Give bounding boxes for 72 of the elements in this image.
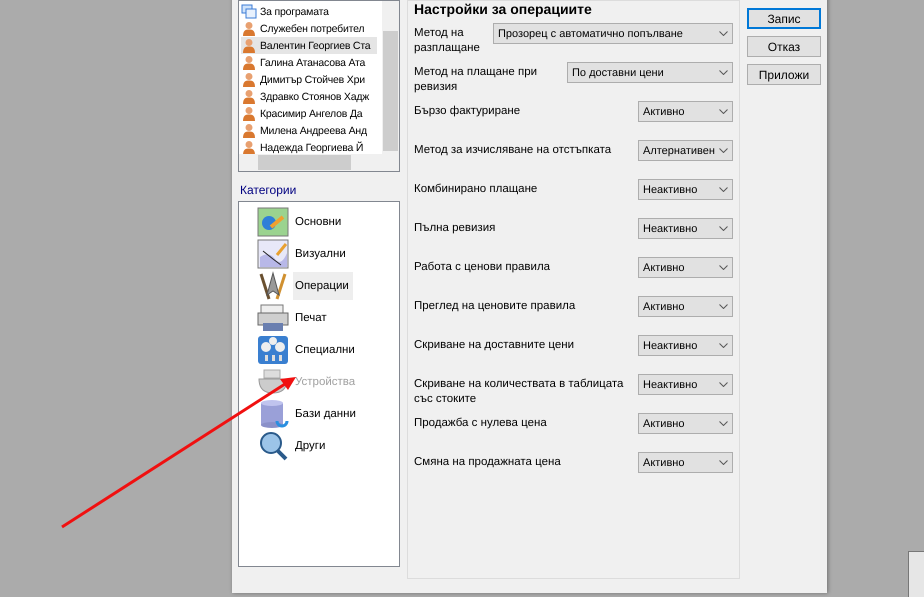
person-icon <box>241 106 257 121</box>
setting-dropdown[interactable]: Активно <box>638 296 733 317</box>
user-list-item[interactable]: Валентин Георгиев Ста <box>241 37 377 54</box>
category-item[interactable]: Бази данни <box>293 400 360 428</box>
user-list-item[interactable]: За програмата <box>241 3 377 20</box>
category-item[interactable]: Печат <box>293 304 331 332</box>
category-item[interactable]: Визуални <box>293 240 350 268</box>
person-icon <box>241 89 257 104</box>
chevron-down-icon <box>719 382 728 387</box>
category-item[interactable]: Специални <box>293 336 359 364</box>
person-icon <box>241 21 257 36</box>
gauges-icon <box>257 335 289 365</box>
setting-dropdown[interactable]: Неактивно <box>638 374 733 395</box>
categories-label: Категории <box>240 183 298 197</box>
chevron-down-icon <box>719 70 728 75</box>
setting-label: Скриване на доставните цени <box>414 338 574 353</box>
dialog-button[interactable]: Отказ <box>747 36 821 57</box>
setting-label: Комбинирано плащане <box>414 182 538 197</box>
user-list-item[interactable]: Служебен потребител <box>241 20 377 37</box>
setting-dropdown[interactable]: Активно <box>638 257 733 278</box>
panel-title: Настройки за операциите <box>414 1 593 17</box>
chevron-down-icon <box>719 265 728 270</box>
setting-dropdown[interactable]: Прозорец с автоматично попълване <box>493 23 733 44</box>
chevron-down-icon <box>719 187 728 192</box>
person-icon <box>241 38 257 53</box>
person-icon <box>241 123 257 138</box>
user-list-item[interactable]: Галина Атанасова Ата <box>241 54 377 71</box>
setting-dropdown[interactable]: Активно <box>638 452 733 473</box>
chevron-down-icon <box>719 304 728 309</box>
person-icon <box>241 72 257 87</box>
setting-label: Скриване на количествата в таблицата със стоките <box>414 377 624 407</box>
setting-dropdown[interactable]: Активно <box>638 101 733 122</box>
dialog-button[interactable]: Запис <box>747 8 821 29</box>
magnifier-icon <box>257 431 289 461</box>
setting-label: Бързо фактуриране <box>414 104 520 119</box>
user-list-item[interactable]: Милена Андреева Анд <box>241 122 377 139</box>
chevron-down-icon <box>719 421 728 426</box>
setting-label: Смяна на продажната цена <box>414 455 561 470</box>
setting-dropdown[interactable]: Неактивно <box>638 218 733 239</box>
settings-window-icon <box>257 207 289 237</box>
chevron-down-icon <box>719 226 728 231</box>
setting-dropdown[interactable]: Неактивно <box>638 179 733 200</box>
setting-label: Метод на разплащане <box>414 26 481 56</box>
dialog-button[interactable]: Приложи <box>747 64 821 85</box>
person-icon <box>241 55 257 70</box>
windows-icon <box>241 4 257 19</box>
setting-dropdown[interactable]: По доставни цени <box>567 62 733 83</box>
user-list-item[interactable]: Димитър Стойчев Хри <box>241 71 377 88</box>
category-item[interactable]: Други <box>293 432 330 460</box>
drafting-tools-icon <box>257 271 289 301</box>
user-list-item[interactable]: Здравко Стоянов Хадж <box>241 88 377 105</box>
setting-label: Метод на плащане при ревизия <box>414 65 538 95</box>
vertical-scrollbar[interactable] <box>382 1 399 154</box>
printer-icon <box>257 303 289 333</box>
setting-dropdown[interactable]: Алтернативен <box>638 140 733 161</box>
chevron-down-icon <box>719 343 728 348</box>
curve-window-icon <box>257 239 289 269</box>
horizontal-scrollbar[interactable] <box>239 154 399 171</box>
chevron-down-icon <box>719 460 728 465</box>
chevron-down-icon <box>719 31 728 36</box>
setting-label: Работа с ценови правила <box>414 260 550 275</box>
chevron-down-icon <box>719 109 728 114</box>
category-item[interactable]: Основни <box>293 208 346 236</box>
chevron-down-icon <box>719 148 728 153</box>
setting-label: Продажба с нулева цена <box>414 416 547 431</box>
user-list-item[interactable]: Красимир Ангелов Да <box>241 105 377 122</box>
setting-label: Преглед на ценовите правила <box>414 299 576 314</box>
setting-label: Пълна ревизия <box>414 221 496 236</box>
category-item[interactable]: Операции <box>293 272 353 300</box>
setting-dropdown[interactable]: Неактивно <box>638 335 733 356</box>
setting-label: Метод за изчисляване на отстъпката <box>414 143 612 158</box>
setting-dropdown[interactable]: Активно <box>638 413 733 434</box>
